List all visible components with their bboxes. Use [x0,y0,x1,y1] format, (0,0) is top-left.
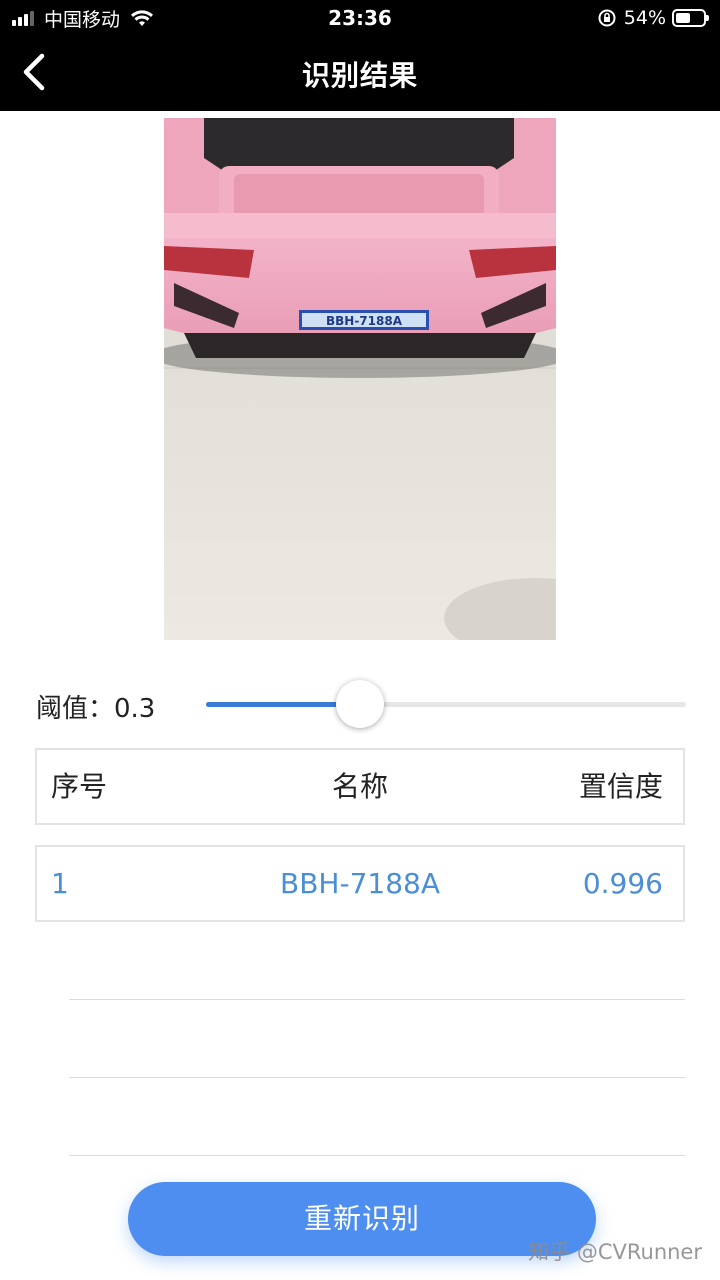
table-row[interactable]: 1 BBH-7188A 0.996 [35,845,685,922]
empty-row-divider [69,999,685,1000]
rerecognize-button[interactable]: 重新识别 [128,1182,596,1256]
header-confidence: 置信度 [578,770,663,803]
watermark: 知乎 @CVRunner [528,1240,702,1264]
slider-thumb[interactable] [335,680,384,728]
empty-row-divider [69,1155,685,1156]
table-header: 序号 名称 置信度 [35,748,685,825]
status-bar: 中国移动 23:36 54% [0,0,720,36]
battery-fill [676,13,691,23]
page-title: 识别结果 [301,59,418,92]
status-bar-right: 54% [598,6,709,30]
rotation-lock-icon [598,9,616,27]
license-plate-text: BBH-7188A [326,314,403,328]
cell-confidence: 0.996 [582,867,663,900]
threshold-slider[interactable] [206,680,686,728]
battery-icon [672,9,709,27]
recognition-photo: BBH-7188A [164,118,556,640]
empty-row-divider [69,1077,685,1078]
threshold-label: 阈值：0.3 [36,694,156,724]
navigation-bar: 识别结果 [0,36,720,111]
battery-percent: 54% [623,7,666,29]
